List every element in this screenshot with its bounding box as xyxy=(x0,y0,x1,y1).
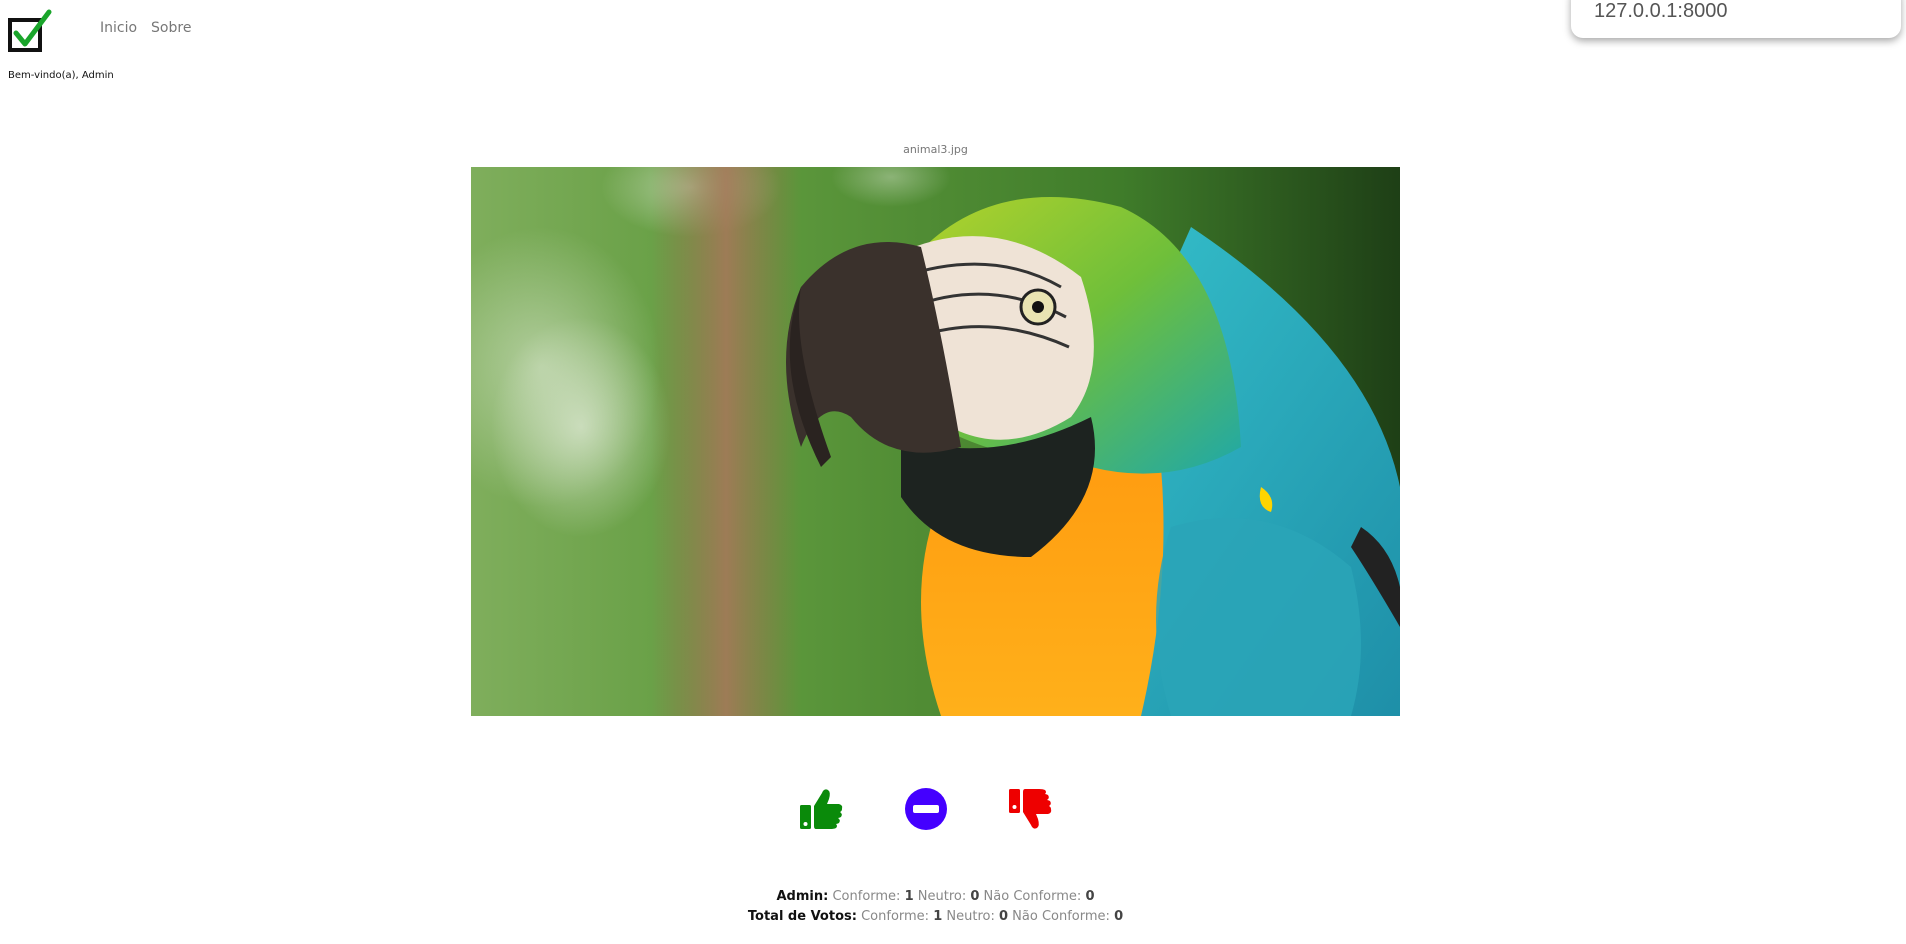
url-popup: 127.0.0.1:8000 xyxy=(1571,0,1901,38)
logo[interactable] xyxy=(7,9,53,55)
checkbox-check-icon xyxy=(8,9,52,52)
stats-neutro-label: Neutro: xyxy=(946,909,995,924)
stats-neutro-count: 0 xyxy=(970,889,980,904)
main-nav: Inicio Sobre xyxy=(100,20,191,36)
stats-neutro-label: Neutro: xyxy=(917,889,967,904)
total-vote-stats: Total de Votos: Conforme: 1 Neutro: 0 Nã… xyxy=(0,909,1871,924)
stats-neutro-count: 0 xyxy=(998,909,1009,924)
stats-nao-conforme-count: 0 xyxy=(1085,889,1095,904)
stats-nao-conforme-count: 0 xyxy=(1114,909,1124,924)
parrot-photo xyxy=(471,167,1400,716)
stats-nao-conforme-label: Não Conforme: xyxy=(983,889,1082,904)
nav-link-inicio[interactable]: Inicio xyxy=(100,20,137,36)
vote-nao-conforme-button[interactable] xyxy=(1006,785,1054,833)
stats-nao-conforme-label: Não Conforme: xyxy=(1012,909,1110,924)
stats-total-label: Total de Votos: xyxy=(747,909,857,924)
url-text: 127.0.0.1:8000 xyxy=(1594,0,1728,22)
admin-vote-stats: Admin: Conforme: 1 Neutro: 0 Não Conform… xyxy=(0,889,1871,904)
vote-conforme-button[interactable] xyxy=(797,785,845,833)
thumbs-down-icon xyxy=(1009,789,1052,829)
stats-conforme-label: Conforme: xyxy=(861,909,930,924)
thumbs-up-icon xyxy=(800,789,843,829)
stats-admin-label: Admin: xyxy=(776,889,829,904)
stats-conforme-count: 1 xyxy=(904,889,914,904)
vote-neutro-button[interactable] xyxy=(902,785,950,833)
image-filename: animal3.jpg xyxy=(903,143,968,156)
minus-circle-icon xyxy=(905,788,947,830)
stats-conforme-label: Conforme: xyxy=(832,889,901,904)
nav-link-sobre[interactable]: Sobre xyxy=(151,20,191,36)
welcome-text: Bem-vindo(a), Admin xyxy=(8,70,114,81)
stats-conforme-count: 1 xyxy=(933,909,943,924)
